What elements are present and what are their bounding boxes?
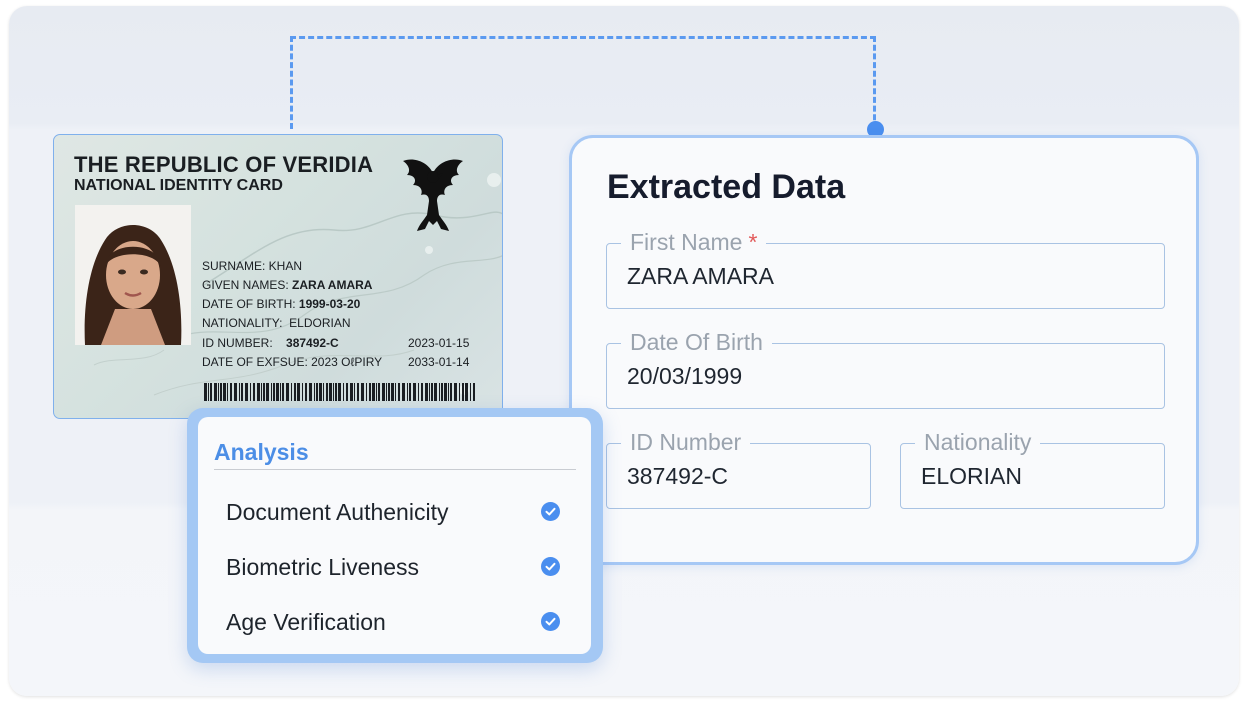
dob-line: DATE OF BIRTH: 1999-03-20: [202, 297, 360, 311]
id-card: THE REPUBLIC OF VERIDIA NATIONAL IDENTIT…: [53, 134, 503, 419]
first-name-field[interactable]: First Name * ZARA AMARA: [606, 229, 1165, 309]
dob-value: 1999-03-20: [298, 297, 361, 311]
extracted-data-title: Extracted Data: [607, 168, 846, 206]
griffin-crest-icon: [403, 159, 463, 231]
extracted-data-panel: Extracted Data First Name * ZARA AMARA Da…: [569, 135, 1199, 565]
card-title: THE REPUBLIC OF VERIDIA: [74, 152, 374, 177]
check-circle-icon: [541, 502, 560, 521]
date-of-birth-value: 20/03/1999: [627, 363, 743, 389]
given-names-line: GIVEN NAMES: ZARA AMARA: [202, 278, 372, 292]
first-name-value: ZARA AMARA: [627, 263, 774, 289]
expiry-date: 2033-01-14: [408, 355, 470, 369]
nationality-field-value: ELORIAN: [921, 463, 1022, 489]
date-of-birth-label: Date Of Birth: [621, 329, 772, 355]
check-circle-icon: [541, 557, 560, 576]
expiry-line: DATE OF EXFSUE: 2023 OℓPIRY: [202, 355, 383, 369]
nationality-line: NATIONALITY: ELDORIAN: [202, 316, 351, 330]
analysis-divider: [214, 469, 576, 470]
id-number-field-value: 387492-C: [627, 463, 729, 489]
issue-date: 2023-01-15: [408, 336, 470, 350]
nationality-value: ELDORIAN: [289, 316, 351, 330]
barcode: [204, 383, 475, 401]
analysis-card: Analysis Document Authenicity Biometric …: [198, 417, 591, 654]
analysis-item-label: Age Verification: [226, 609, 386, 635]
analysis-item-label: Document Authenicity: [226, 499, 449, 525]
portrait-photo: [75, 205, 191, 345]
nationality-field-label: Nationality: [915, 429, 1041, 455]
given-names-value: ZARA AMARA: [292, 278, 373, 292]
check-circle-icon: [541, 612, 560, 631]
analysis-panel: Analysis Document Authenicity Biometric …: [187, 408, 603, 663]
nationality-label: NATIONALITY:: [202, 316, 283, 330]
analysis-item-biometric-liveness: Biometric Liveness: [226, 552, 581, 582]
analysis-item-label: Biometric Liveness: [226, 554, 420, 580]
date-of-birth-field[interactable]: Date Of Birth 20/03/1999: [606, 329, 1165, 409]
given-names-label: GIVEN NAMES:: [202, 278, 289, 292]
analysis-item-document-authenticity: Document Authenicity: [226, 497, 581, 527]
card-subtitle: NATIONAL IDENTITY CARD: [74, 177, 283, 194]
id-number-field[interactable]: ID Number 387492-C: [606, 429, 871, 509]
connector-line: [290, 36, 876, 129]
nationality-field[interactable]: Nationality ELORIAN: [900, 429, 1165, 509]
surname-line: SURNAME: KHAN: [202, 259, 303, 273]
id-number-label: ID NUMBER:: [202, 336, 273, 350]
analysis-item-age-verification: Age Verification: [226, 607, 581, 637]
id-number-value: 387492-C: [286, 336, 339, 350]
analysis-title: Analysis: [214, 439, 309, 465]
id-number-field-label: ID Number: [621, 429, 751, 455]
first-name-label: First Name *: [621, 229, 767, 255]
required-asterisk: *: [748, 229, 758, 255]
dob-label: DATE OF BIRTH:: [202, 297, 296, 311]
id-number-line: ID NUMBER: 387492-C: [202, 336, 339, 350]
